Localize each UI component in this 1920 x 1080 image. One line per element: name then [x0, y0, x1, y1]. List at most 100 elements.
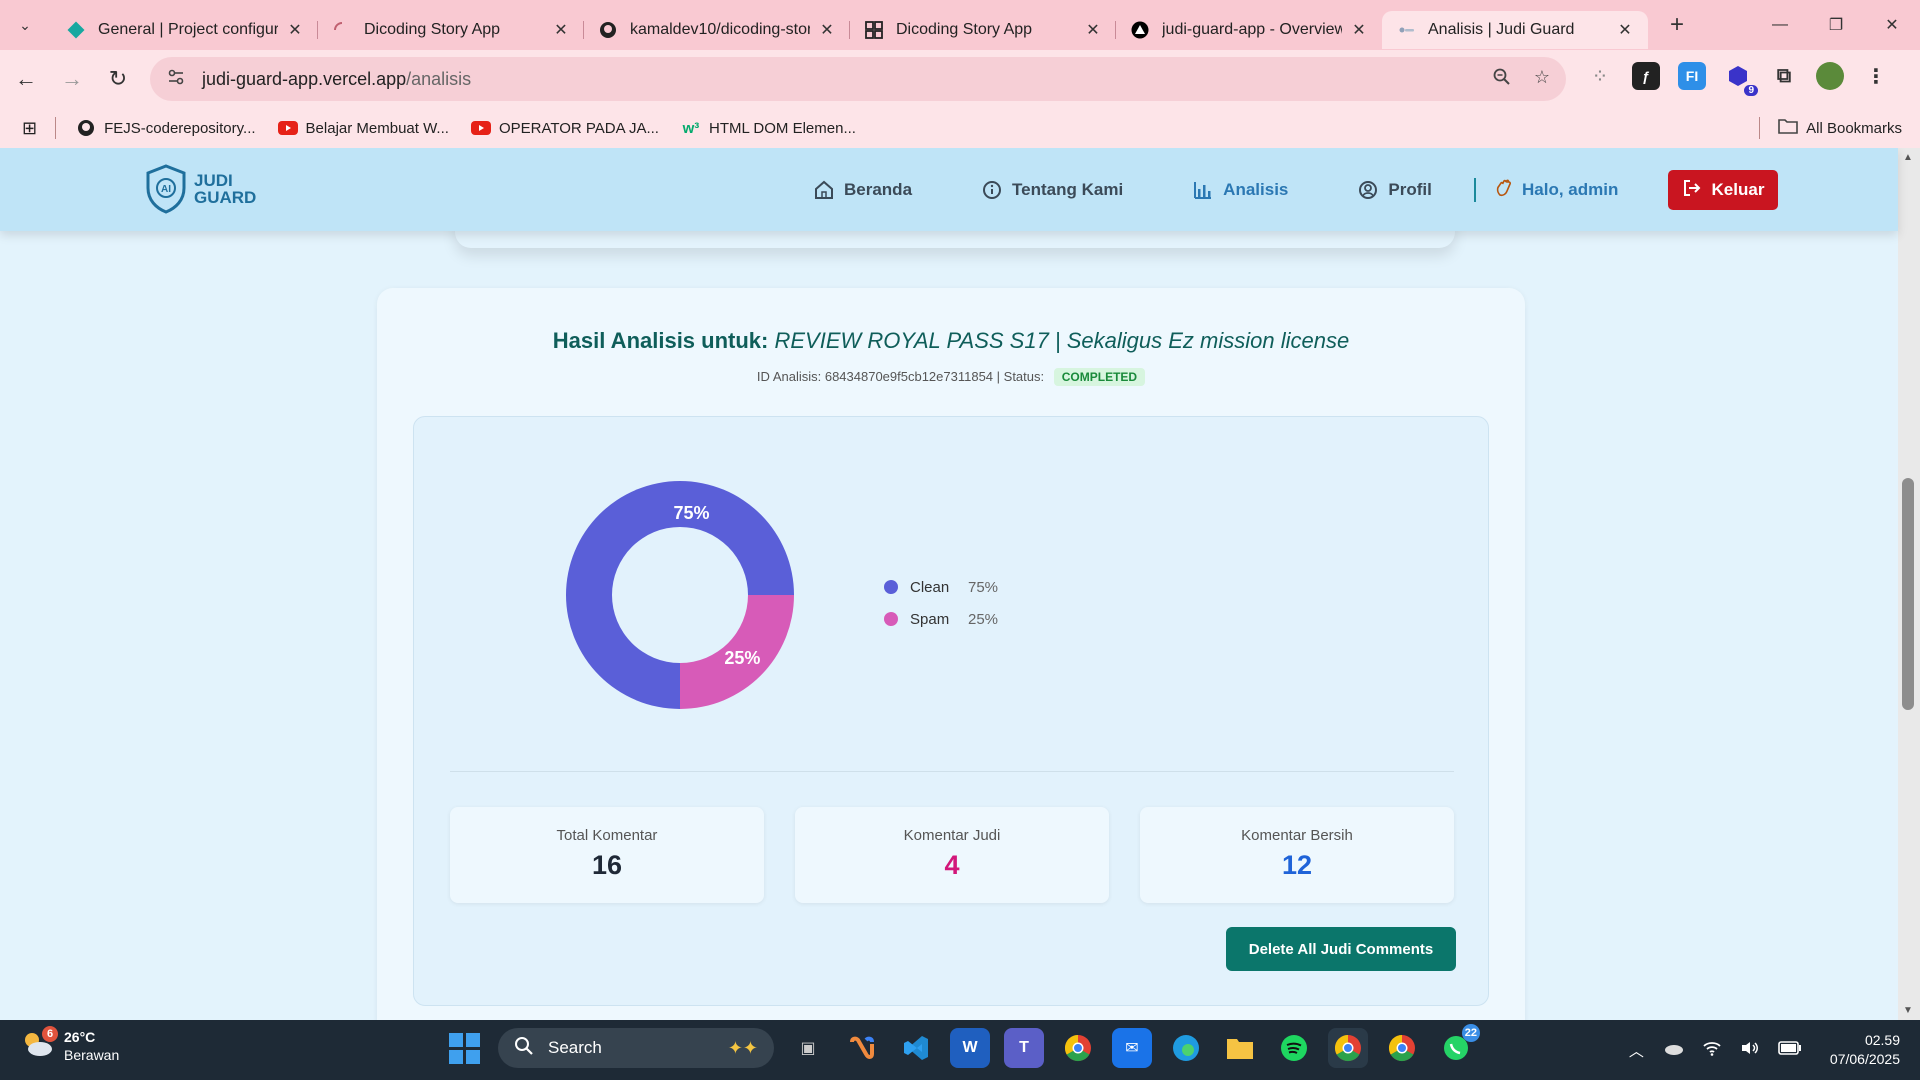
- taskbar-search[interactable]: Search ✦✦: [498, 1028, 774, 1068]
- zoom-icon[interactable]: [1492, 67, 1512, 92]
- legend-item-clean[interactable]: Clean 75%: [884, 571, 998, 603]
- app-logo[interactable]: AI JUDI GUARD: [144, 164, 256, 214]
- browser-tab[interactable]: Dicoding Story App ✕: [850, 11, 1116, 49]
- legend-label: Spam: [910, 610, 950, 628]
- volume-icon[interactable]: [1740, 1040, 1760, 1060]
- formula-extension-icon[interactable]: ƒ: [1632, 62, 1660, 90]
- legend-item-spam[interactable]: Spam 25%: [884, 603, 998, 635]
- weather-widget[interactable]: 6 26°C Berawan: [20, 1026, 119, 1064]
- whatsapp-icon[interactable]: 22: [1436, 1024, 1480, 1068]
- loading-extension-icon[interactable]: ⁘: [1586, 62, 1614, 90]
- close-icon[interactable]: ✕: [552, 20, 570, 40]
- nav-label: Tentang Kami: [1012, 179, 1124, 199]
- youtube-icon: [277, 118, 298, 138]
- file-explorer-icon[interactable]: [1220, 1028, 1260, 1068]
- close-icon[interactable]: ✕: [286, 20, 304, 40]
- bookmark-item[interactable]: Belajar Membuat W...: [277, 118, 449, 138]
- github-icon: [76, 118, 96, 138]
- stat-value: 12: [1281, 850, 1313, 880]
- teams-icon[interactable]: T: [1004, 1028, 1044, 1068]
- avatar[interactable]: [1816, 62, 1844, 90]
- w3schools-icon: w³: [682, 119, 700, 137]
- wifi-icon[interactable]: [1702, 1040, 1722, 1060]
- address-bar[interactable]: judi-guard-app.vercel.app/analisis ☆: [150, 57, 1566, 101]
- apps-grid-icon[interactable]: ⊞: [22, 118, 37, 139]
- close-icon[interactable]: ✕: [1350, 20, 1368, 40]
- browser-tab[interactable]: kamaldev10/dicoding-stor ✕: [584, 11, 850, 49]
- close-icon[interactable]: ✕: [818, 20, 836, 40]
- more-menu-icon[interactable]: ⋮: [1862, 62, 1890, 90]
- task-view-icon[interactable]: ▣: [788, 1028, 828, 1068]
- logo-line-2: GUARD: [194, 188, 257, 207]
- restore-button[interactable]: ❐: [1808, 0, 1864, 50]
- nav-item-beranda[interactable]: Beranda: [814, 180, 912, 200]
- site-settings-icon[interactable]: [166, 67, 186, 92]
- star-icon[interactable]: ☆: [1534, 67, 1550, 92]
- back-button[interactable]: ←: [6, 59, 46, 99]
- stat-label: Komentar Judi: [903, 827, 1001, 844]
- divider: [1474, 178, 1476, 202]
- nav-label: Beranda: [844, 179, 913, 199]
- minimize-button[interactable]: —: [1752, 0, 1808, 50]
- grid-icon: [864, 20, 884, 40]
- scroll-up-arrow-icon[interactable]: ▲: [1903, 152, 1913, 163]
- github-icon: [598, 20, 618, 40]
- loading-icon: [332, 20, 352, 40]
- delete-judi-comments-button[interactable]: Delete All Judi Comments: [1226, 927, 1456, 971]
- search-icon: [514, 1036, 534, 1061]
- browser-tab-active[interactable]: Analisis | Judi Guard ✕: [1382, 11, 1648, 49]
- chrome-icon[interactable]: [1058, 1028, 1098, 1068]
- hexagon-extension-icon[interactable]: 9: [1724, 62, 1758, 96]
- bookmark-item[interactable]: w³ HTML DOM Elemen...: [681, 118, 856, 138]
- scroll-down-arrow-icon[interactable]: ▼: [1903, 1005, 1913, 1016]
- result-title: Hasil Analisis untuk: REVIEW ROYAL PASS …: [377, 328, 1525, 354]
- nav-item-tentang-kami[interactable]: Tentang Kami: [982, 180, 1123, 200]
- nav-item-analisis[interactable]: Analisis: [1193, 180, 1288, 200]
- onedrive-icon[interactable]: [1662, 1041, 1684, 1059]
- stat-card-judi: Komentar Judi 4: [795, 807, 1109, 903]
- chrome-alt-icon[interactable]: [1382, 1028, 1422, 1068]
- scroll-thumb[interactable]: [1902, 478, 1914, 710]
- chart-legend: Clean 75% Spam 25%: [884, 571, 998, 635]
- vscode-icon[interactable]: [896, 1028, 936, 1068]
- logout-button[interactable]: Keluar: [1668, 170, 1778, 210]
- bookmark-item[interactable]: FEJS-coderepository...: [76, 118, 256, 138]
- section-divider: [450, 771, 1454, 772]
- status-badge: COMPLETED: [1053, 368, 1146, 386]
- close-icon[interactable]: ✕: [1616, 20, 1634, 40]
- forward-button[interactable]: →: [52, 59, 92, 99]
- new-tab-button[interactable]: +: [1662, 11, 1692, 39]
- result-title-prefix: Hasil Analisis untuk:: [552, 328, 769, 353]
- all-bookmarks-button[interactable]: All Bookmarks: [1759, 108, 1902, 148]
- spotify-icon[interactable]: [1274, 1028, 1314, 1068]
- battery-icon[interactable]: [1778, 1041, 1802, 1059]
- plus-icon: +: [1669, 11, 1684, 38]
- fi-extension-icon[interactable]: FI: [1678, 62, 1706, 90]
- windows-start-icon[interactable]: [444, 1028, 484, 1068]
- tab-search-button[interactable]: ⌄: [8, 8, 42, 42]
- system-clock[interactable]: 02.59 07/06/2025: [1830, 1031, 1900, 1069]
- chevron-up-icon[interactable]: ︿: [1629, 1040, 1644, 1061]
- url-text[interactable]: judi-guard-app.vercel.app/analisis: [202, 69, 1492, 90]
- nav-item-profil[interactable]: Profil: [1358, 180, 1432, 200]
- puzzle-icon[interactable]: ⧉: [1770, 62, 1798, 90]
- close-icon[interactable]: ✕: [1084, 20, 1102, 40]
- browser-tab[interactable]: judi-guard-app - Overview ✕: [1116, 11, 1382, 49]
- analysis-id: ID Analisis: 68434870e9f5cb12e7311854 | …: [756, 369, 1045, 384]
- chevron-down-icon: ⌄: [19, 16, 31, 33]
- stat-value: 4: [944, 850, 960, 880]
- reload-button[interactable]: ↻: [98, 59, 138, 99]
- chrome-profile-icon[interactable]: [1328, 1028, 1368, 1068]
- bookmark-label: HTML DOM Elemen...: [708, 119, 856, 137]
- logout-label: Keluar: [1711, 180, 1765, 199]
- svg-text:AI: AI: [161, 184, 171, 195]
- word-icon[interactable]: W: [950, 1028, 990, 1068]
- mail-icon[interactable]: ✉: [1112, 1028, 1152, 1068]
- bookmark-item[interactable]: OPERATOR PADA JA...: [470, 118, 659, 138]
- browser-tab[interactable]: Dicoding Story App ✕: [318, 11, 584, 49]
- edge-icon[interactable]: [1166, 1028, 1206, 1068]
- close-window-button[interactable]: ✕: [1864, 0, 1920, 50]
- page-scrollbar[interactable]: ▲ ▼: [1898, 148, 1920, 1020]
- copilot-icon[interactable]: [842, 1028, 882, 1068]
- browser-tab[interactable]: General | Project configura ✕: [52, 11, 318, 49]
